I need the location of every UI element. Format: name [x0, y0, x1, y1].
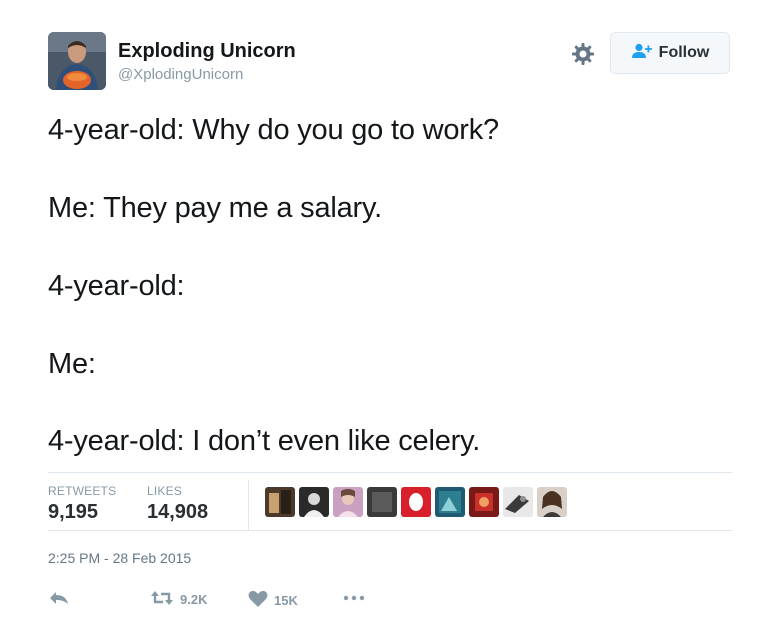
- tweet-line: Me: They pay me a salary.: [48, 192, 383, 224]
- likes-label[interactable]: LIKES: [147, 484, 182, 498]
- follow-label: Follow: [658, 44, 710, 61]
- tweet-line: Me:: [48, 348, 96, 380]
- liker-avatar[interactable]: [503, 487, 533, 517]
- like-count: 15K: [274, 593, 298, 608]
- liker-avatar[interactable]: [333, 487, 363, 517]
- tweet-line: 4-year-old: I don’t even like celery.: [48, 425, 481, 457]
- liker-avatar[interactable]: [265, 487, 295, 517]
- stats-separator: [248, 480, 249, 530]
- more-icon: [343, 590, 365, 605]
- add-user-icon: [631, 43, 653, 64]
- like-button[interactable]: 15K: [248, 590, 298, 611]
- avatar-image: [48, 32, 106, 90]
- liker-avatar[interactable]: [469, 487, 499, 517]
- retweets-count[interactable]: 9,195: [48, 501, 98, 524]
- liker-avatars: [265, 487, 567, 517]
- liker-avatar[interactable]: [401, 487, 431, 517]
- divider: [48, 472, 732, 473]
- user-handle[interactable]: @XplodingUnicorn: [118, 66, 243, 83]
- tweet-line: 4-year-old:: [48, 270, 185, 302]
- reply-button[interactable]: [48, 590, 70, 609]
- retweet-button[interactable]: 9.2K: [150, 590, 207, 609]
- liker-avatar[interactable]: [537, 487, 567, 517]
- timestamp[interactable]: 2:25 PM - 28 Feb 2015: [48, 550, 191, 566]
- more-button[interactable]: [343, 590, 365, 605]
- retweet-icon: [150, 590, 174, 609]
- retweet-count: 9.2K: [180, 592, 208, 607]
- avatar[interactable]: [48, 32, 106, 90]
- gear-icon[interactable]: [571, 42, 595, 66]
- divider: [48, 530, 732, 531]
- heart-icon: [248, 590, 268, 611]
- liker-avatar[interactable]: [367, 487, 397, 517]
- likes-count[interactable]: 14,908: [147, 501, 208, 524]
- follow-button[interactable]: Follow: [610, 32, 730, 74]
- tweet-line: 4-year-old: Why do you go to work?: [48, 114, 499, 146]
- liker-avatar[interactable]: [435, 487, 465, 517]
- reply-icon: [48, 590, 70, 609]
- retweets-label[interactable]: RETWEETS: [48, 484, 116, 498]
- liker-avatar[interactable]: [299, 487, 329, 517]
- user-name[interactable]: Exploding Unicorn: [118, 40, 296, 63]
